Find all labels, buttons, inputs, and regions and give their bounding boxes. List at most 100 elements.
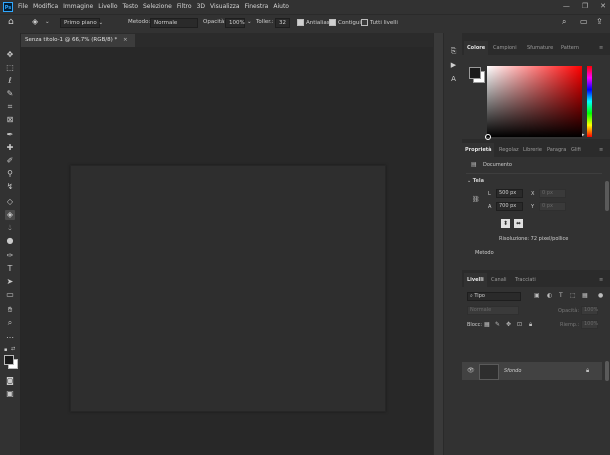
frame-tool-icon[interactable]: ⊠ bbox=[5, 115, 15, 125]
hue-slider[interactable] bbox=[587, 66, 592, 137]
zoom-tool-icon[interactable]: ⌕ bbox=[5, 318, 15, 328]
filter-pixel-icon[interactable]: ▣ bbox=[534, 292, 540, 300]
eyedropper-tool-icon[interactable]: ✒ bbox=[5, 130, 15, 140]
clone-stamp-tool-icon[interactable]: ⚲ bbox=[5, 169, 15, 179]
swap-colors-icon[interactable]: ⇄ bbox=[11, 346, 15, 352]
layer-name[interactable]: Sfondo bbox=[504, 368, 521, 374]
workspace-icon[interactable]: ▭ bbox=[580, 17, 588, 26]
chevron-down-icon[interactable]: ⌄ bbox=[247, 19, 252, 25]
brush-tool-icon[interactable]: ✐ bbox=[5, 156, 15, 166]
lock-all-icon[interactable]: 🔒︎ bbox=[529, 321, 532, 329]
properties-scrollbar[interactable] bbox=[605, 181, 609, 211]
layers-scrollbar[interactable] bbox=[605, 361, 609, 381]
panel-menu-icon[interactable]: ≡ bbox=[596, 273, 606, 287]
quick-mask-icon[interactable]: ◙ bbox=[5, 376, 15, 386]
saturation-brightness-picker[interactable] bbox=[485, 66, 582, 140]
tab-tracciati[interactable]: Tracciati bbox=[512, 273, 539, 287]
rectangle-tool-icon[interactable]: ▭ bbox=[5, 290, 15, 300]
tab-sfumature[interactable]: Sfumature bbox=[524, 41, 556, 55]
panel-menu-icon[interactable]: ≡ bbox=[596, 143, 606, 157]
paint-bucket-tool-icon[interactable]: ◈ bbox=[5, 210, 15, 220]
menu-aiuto[interactable]: Aiuto bbox=[273, 3, 289, 10]
contiguous-checkbox[interactable]: Contigui bbox=[329, 19, 361, 26]
lock-image-icon[interactable]: ✎ bbox=[495, 321, 500, 329]
menu-3d[interactable]: 3D bbox=[197, 3, 205, 10]
fill-source-select[interactable]: Primo piano ⌄ bbox=[60, 18, 103, 28]
foreground-color-swatch[interactable] bbox=[4, 355, 14, 365]
tab-livelli[interactable]: Livelli bbox=[464, 273, 487, 287]
menu-visualizza[interactable]: Visualizza bbox=[210, 3, 240, 10]
link-icon[interactable]: ⛓︎ bbox=[472, 196, 480, 204]
eye-icon[interactable]: 👁︎ bbox=[467, 367, 475, 375]
share-icon[interactable]: ⇪ bbox=[596, 17, 603, 26]
lock-position-icon[interactable]: ✥ bbox=[506, 321, 511, 329]
section-toggle[interactable]: ⌄ Tela bbox=[467, 178, 484, 184]
filter-toggle-icon[interactable]: ● bbox=[598, 292, 603, 300]
panel-menu-icon[interactable]: ≡ bbox=[596, 41, 606, 55]
menu-selezione[interactable]: Selezione bbox=[143, 3, 172, 10]
character-panel-icon[interactable]: A bbox=[449, 75, 458, 84]
menu-filtro[interactable]: Filtro bbox=[177, 3, 192, 10]
tab-canali[interactable]: Canali bbox=[488, 273, 510, 287]
all-layers-checkbox[interactable]: Tutti livelli bbox=[361, 19, 398, 26]
method-select[interactable]: Normale bbox=[150, 18, 198, 28]
restore-button[interactable]: ❐ bbox=[582, 2, 588, 10]
menu-modifica[interactable]: Modifica bbox=[33, 3, 58, 10]
menu-immagine[interactable]: Immagine bbox=[63, 3, 93, 10]
paint-bucket-preset-icon[interactable]: ◈ bbox=[32, 17, 38, 26]
filter-adjustment-icon[interactable]: ◐ bbox=[547, 292, 552, 300]
menu-testo[interactable]: Testo bbox=[123, 3, 139, 10]
actions-panel-icon[interactable]: ▶ bbox=[449, 61, 458, 70]
hand-tool-icon[interactable]: ✋︎ bbox=[5, 305, 15, 315]
document-tab[interactable]: Senza titolo-1 @ 66,7% (RGB/8) * × bbox=[21, 34, 135, 47]
marquee-tool-icon[interactable]: ⬚ bbox=[5, 63, 15, 73]
close-button[interactable]: ✕ bbox=[600, 2, 606, 10]
more-tools-icon[interactable]: ⋯ bbox=[5, 333, 15, 343]
history-brush-tool-icon[interactable]: ↯ bbox=[5, 182, 15, 192]
height-input[interactable]: 700 px bbox=[496, 202, 523, 211]
landscape-orientation-icon[interactable]: ⬌ bbox=[514, 219, 523, 228]
crop-tool-icon[interactable]: ⌗ bbox=[5, 102, 15, 112]
lock-artboard-icon[interactable]: ⊡ bbox=[517, 321, 522, 329]
antialias-checkbox[interactable]: Antialias bbox=[297, 19, 330, 26]
default-colors-icon[interactable]: ▪ bbox=[4, 347, 10, 353]
minimize-button[interactable]: — bbox=[563, 2, 570, 10]
foreground-color-swatch[interactable] bbox=[469, 67, 481, 79]
document-canvas[interactable] bbox=[70, 165, 386, 412]
search-icon[interactable]: ⌕ bbox=[562, 17, 566, 27]
vertical-scrollbar[interactable] bbox=[433, 33, 443, 455]
blur-tool-icon[interactable]: 💧︎ bbox=[5, 223, 15, 233]
home-icon[interactable]: ⌂ bbox=[8, 17, 14, 27]
type-tool-icon[interactable]: T bbox=[5, 264, 15, 274]
color-picker-handle[interactable] bbox=[485, 134, 491, 140]
hue-slider-handle-icon[interactable]: ▸ bbox=[582, 132, 585, 138]
lasso-tool-icon[interactable]: ℓ bbox=[5, 76, 15, 86]
tab-librerie[interactable]: Librerie bbox=[520, 143, 545, 157]
tab-glifi[interactable]: Glifi bbox=[568, 143, 584, 157]
healing-brush-tool-icon[interactable]: ✚ bbox=[5, 143, 15, 153]
menu-livello[interactable]: Livello bbox=[98, 3, 117, 10]
quick-selection-tool-icon[interactable]: ✎ bbox=[5, 89, 15, 99]
tab-regolazioni[interactable]: Regolaz bbox=[496, 143, 522, 157]
layer-row[interactable]: 👁︎ Sfondo 🔒︎ bbox=[462, 362, 602, 380]
lock-icon[interactable]: 🔒︎ bbox=[586, 367, 589, 375]
layer-filter-select[interactable]: ⌕ Tipo bbox=[467, 292, 521, 301]
close-icon[interactable]: × bbox=[123, 37, 128, 43]
filter-type-icon[interactable]: T bbox=[559, 292, 563, 300]
tab-proprieta[interactable]: Proprietà bbox=[462, 143, 495, 157]
width-input[interactable]: 500 px bbox=[496, 189, 523, 198]
tab-colore[interactable]: Colore bbox=[464, 41, 489, 55]
eraser-tool-icon[interactable]: ◇ bbox=[5, 197, 15, 207]
screen-mode-icon[interactable]: ▣ bbox=[5, 389, 15, 399]
photoshop-logo-icon[interactable]: Ps bbox=[3, 2, 13, 12]
pen-tool-icon[interactable]: ✑ bbox=[5, 251, 15, 261]
menu-finestra[interactable]: Finestra bbox=[245, 3, 269, 10]
tolerance-input[interactable]: 32 bbox=[275, 18, 290, 28]
move-tool-icon[interactable]: ✥ bbox=[5, 50, 15, 60]
filter-shape-icon[interactable]: ⬚ bbox=[570, 292, 576, 300]
tab-campioni[interactable]: Campioni bbox=[490, 41, 520, 55]
portrait-orientation-icon[interactable]: ⬍ bbox=[501, 219, 510, 228]
path-selection-tool-icon[interactable]: ➤ bbox=[5, 277, 15, 287]
tab-pattern[interactable]: Pattern bbox=[558, 41, 582, 55]
menu-file[interactable]: File bbox=[18, 3, 28, 10]
